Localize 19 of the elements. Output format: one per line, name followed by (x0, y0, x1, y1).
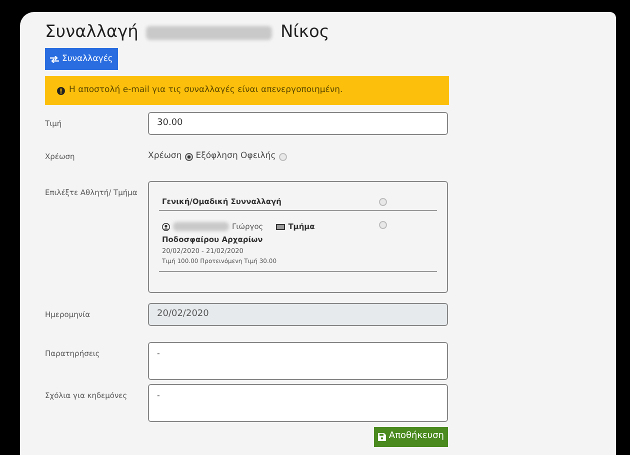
radio-button[interactable] (184, 152, 193, 160)
radio-button[interactable] (379, 198, 387, 206)
table-icon (276, 224, 286, 230)
swap-arrows-icon (50, 56, 59, 62)
radio-button[interactable] (379, 221, 387, 229)
comments-textarea[interactable]: - (148, 384, 448, 422)
user-icon (162, 222, 170, 231)
radio-label: Χρέωση (148, 150, 182, 163)
transactions-button[interactable]: Συναλλαγές (45, 48, 118, 70)
page-title: Συναλλαγή (45, 21, 138, 44)
radio-label: Εξόφληση Οφειλής (196, 150, 276, 163)
radio-button[interactable] (278, 152, 287, 160)
alert-text: Η αποστολή e-mail για τις συναλλαγές είναι απενεργοποιημένη. (69, 84, 343, 97)
exclamation-icon (57, 86, 65, 94)
notes-textarea[interactable]: - (148, 342, 448, 380)
price-field[interactable]: 30.00 (148, 112, 448, 135)
save-button[interactable]: Αποθήκευση (374, 427, 448, 447)
page-title: Νίκος (280, 21, 330, 44)
redacted-text (173, 222, 229, 232)
